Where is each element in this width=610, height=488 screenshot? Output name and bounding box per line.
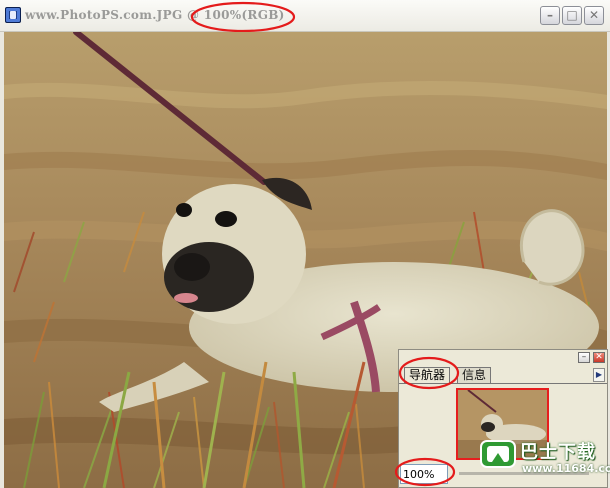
- panel-minimize-button[interactable]: –: [578, 352, 590, 363]
- maximize-button[interactable]: □: [562, 6, 582, 25]
- title-highlight-circle: [190, 1, 296, 33]
- watermark-logo: [480, 440, 516, 468]
- minimize-button[interactable]: –: [540, 6, 560, 25]
- panel-close-button[interactable]: ✕: [593, 352, 605, 363]
- close-button[interactable]: ✕: [584, 6, 604, 25]
- watermark-title: 巴士下载: [520, 442, 596, 463]
- watermark-url: www.11684.com: [522, 462, 610, 475]
- tab-highlight-circle: [398, 356, 460, 390]
- panel-menu-arrow-icon[interactable]: ▶: [593, 368, 605, 382]
- document-title-bar[interactable]: www.PhotoPS.com.JPG @ 100%(RGB) – □ ✕: [0, 0, 610, 32]
- zoom-highlight-circle: [394, 457, 456, 487]
- photoshop-document-icon[interactable]: [5, 7, 21, 23]
- tab-info[interactable]: 信息: [457, 367, 492, 383]
